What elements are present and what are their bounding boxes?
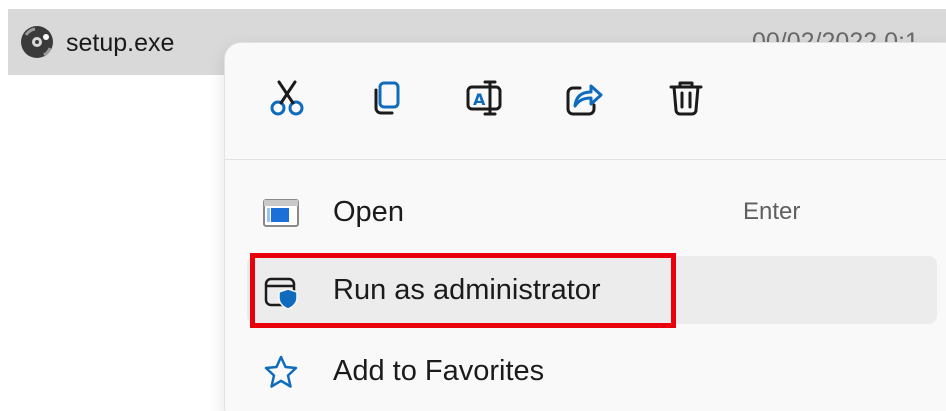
menu-item-label: Add to Favorites — [333, 355, 545, 387]
rename-button[interactable]: A — [459, 73, 509, 123]
star-icon — [264, 355, 298, 388]
context-menu: A Open Enter Run as administrator Add to… — [225, 43, 946, 411]
run-as-admin-icon — [264, 277, 298, 309]
menu-item-add-to-favorites[interactable]: Add to Favorites — [247, 337, 937, 405]
rename-icon: A — [466, 80, 502, 116]
delete-button[interactable] — [661, 73, 711, 123]
copy-button[interactable] — [361, 73, 411, 123]
delete-icon — [669, 81, 703, 116]
file-explorer-view: setup.exe 00/02/2022 0:1 A Open Enter Ru… — [0, 0, 946, 411]
menu-item-open[interactable]: Open Enter — [247, 178, 937, 246]
svg-text:A: A — [473, 90, 486, 109]
share-icon — [566, 84, 603, 116]
menu-item-label: Open — [333, 196, 404, 228]
installer-disc-icon — [21, 26, 53, 58]
menu-item-shortcut: Enter — [743, 198, 801, 225]
share-button[interactable] — [559, 73, 609, 123]
file-name: setup.exe — [66, 29, 175, 57]
cut-button[interactable] — [263, 73, 313, 123]
copy-icon — [374, 81, 400, 115]
menu-divider — [225, 159, 946, 160]
menu-item-label: Run as administrator — [333, 274, 601, 306]
context-menu-toolbar: A — [225, 43, 946, 159]
cut-icon — [270, 80, 304, 116]
menu-item-run-as-administrator[interactable]: Run as administrator — [247, 256, 937, 324]
open-app-icon — [263, 199, 299, 227]
